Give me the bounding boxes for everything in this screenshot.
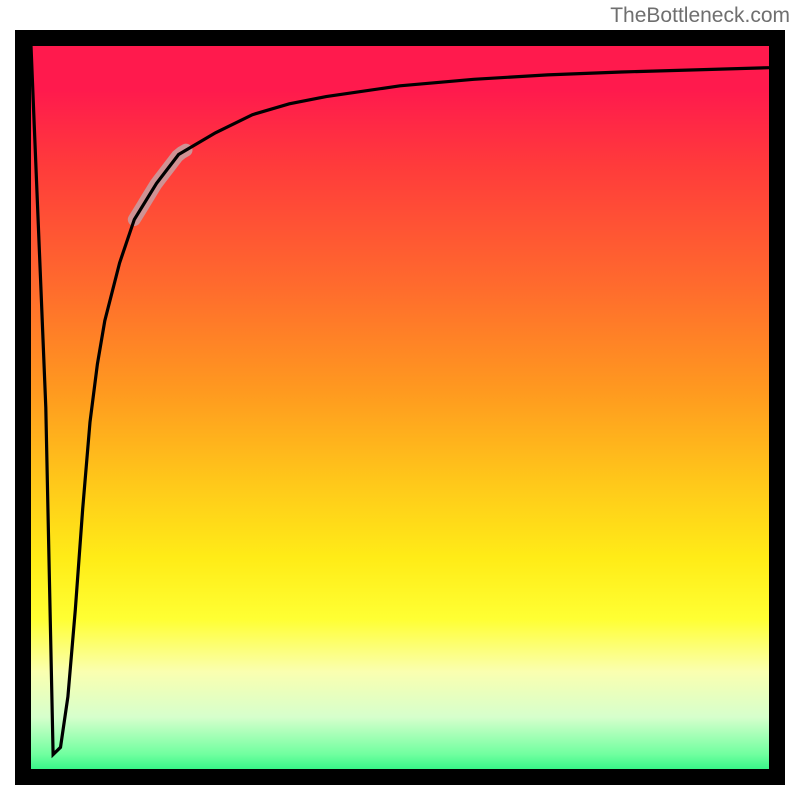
attribution-label: TheBottleneck.com	[610, 4, 790, 28]
bottleneck-curve-path	[31, 46, 769, 755]
chart-plot-area	[15, 30, 785, 785]
chart-svg	[15, 30, 785, 785]
